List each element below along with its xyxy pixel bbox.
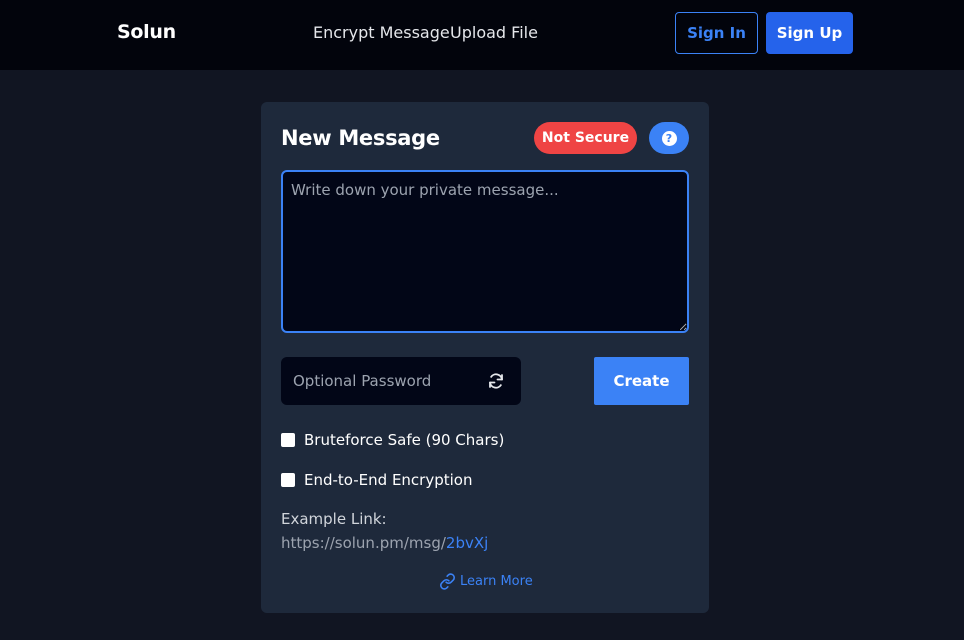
top-navbar: Solun Encrypt Message Upload File Sign I…	[0, 0, 964, 70]
message-textarea[interactable]	[281, 170, 689, 333]
new-message-card: New Message Not Secure ? Create Brutefor…	[261, 102, 709, 613]
nav-link-upload-file[interactable]: Upload File	[450, 23, 538, 42]
learn-more-label: Learn More	[460, 574, 533, 589]
sign-in-button[interactable]: Sign In	[675, 12, 758, 54]
bruteforce-safe-checkbox[interactable]	[281, 433, 295, 447]
example-url-base: https://solun.pm/msg/	[281, 534, 446, 552]
bruteforce-safe-label: Bruteforce Safe (90 Chars)	[304, 431, 505, 449]
security-status-badge: Not Secure	[534, 122, 637, 154]
password-input[interactable]	[281, 357, 481, 405]
example-url-slug: 2bvXj	[445, 534, 489, 552]
refresh-icon[interactable]	[487, 372, 505, 390]
password-field	[281, 357, 521, 405]
learn-more-link[interactable]: Learn More	[439, 573, 533, 590]
brand-logo[interactable]: Solun	[117, 21, 176, 43]
example-link-label: Example Link:	[281, 510, 387, 528]
sign-up-button[interactable]: Sign Up	[766, 12, 853, 54]
example-link-url: https://solun.pm/msg/2bvXj	[281, 534, 488, 552]
e2e-encryption-option[interactable]: End-to-End Encryption	[281, 470, 472, 490]
bruteforce-safe-option[interactable]: Bruteforce Safe (90 Chars)	[281, 430, 504, 450]
e2e-encryption-checkbox[interactable]	[281, 473, 295, 487]
question-icon: ?	[661, 130, 677, 146]
link-icon	[440, 573, 455, 590]
e2e-encryption-label: End-to-End Encryption	[304, 471, 473, 489]
nav-link-encrypt-message[interactable]: Encrypt Message	[313, 23, 450, 42]
create-button[interactable]: Create	[594, 357, 689, 405]
help-button[interactable]: ?	[649, 122, 689, 154]
card-title: New Message	[281, 126, 440, 150]
